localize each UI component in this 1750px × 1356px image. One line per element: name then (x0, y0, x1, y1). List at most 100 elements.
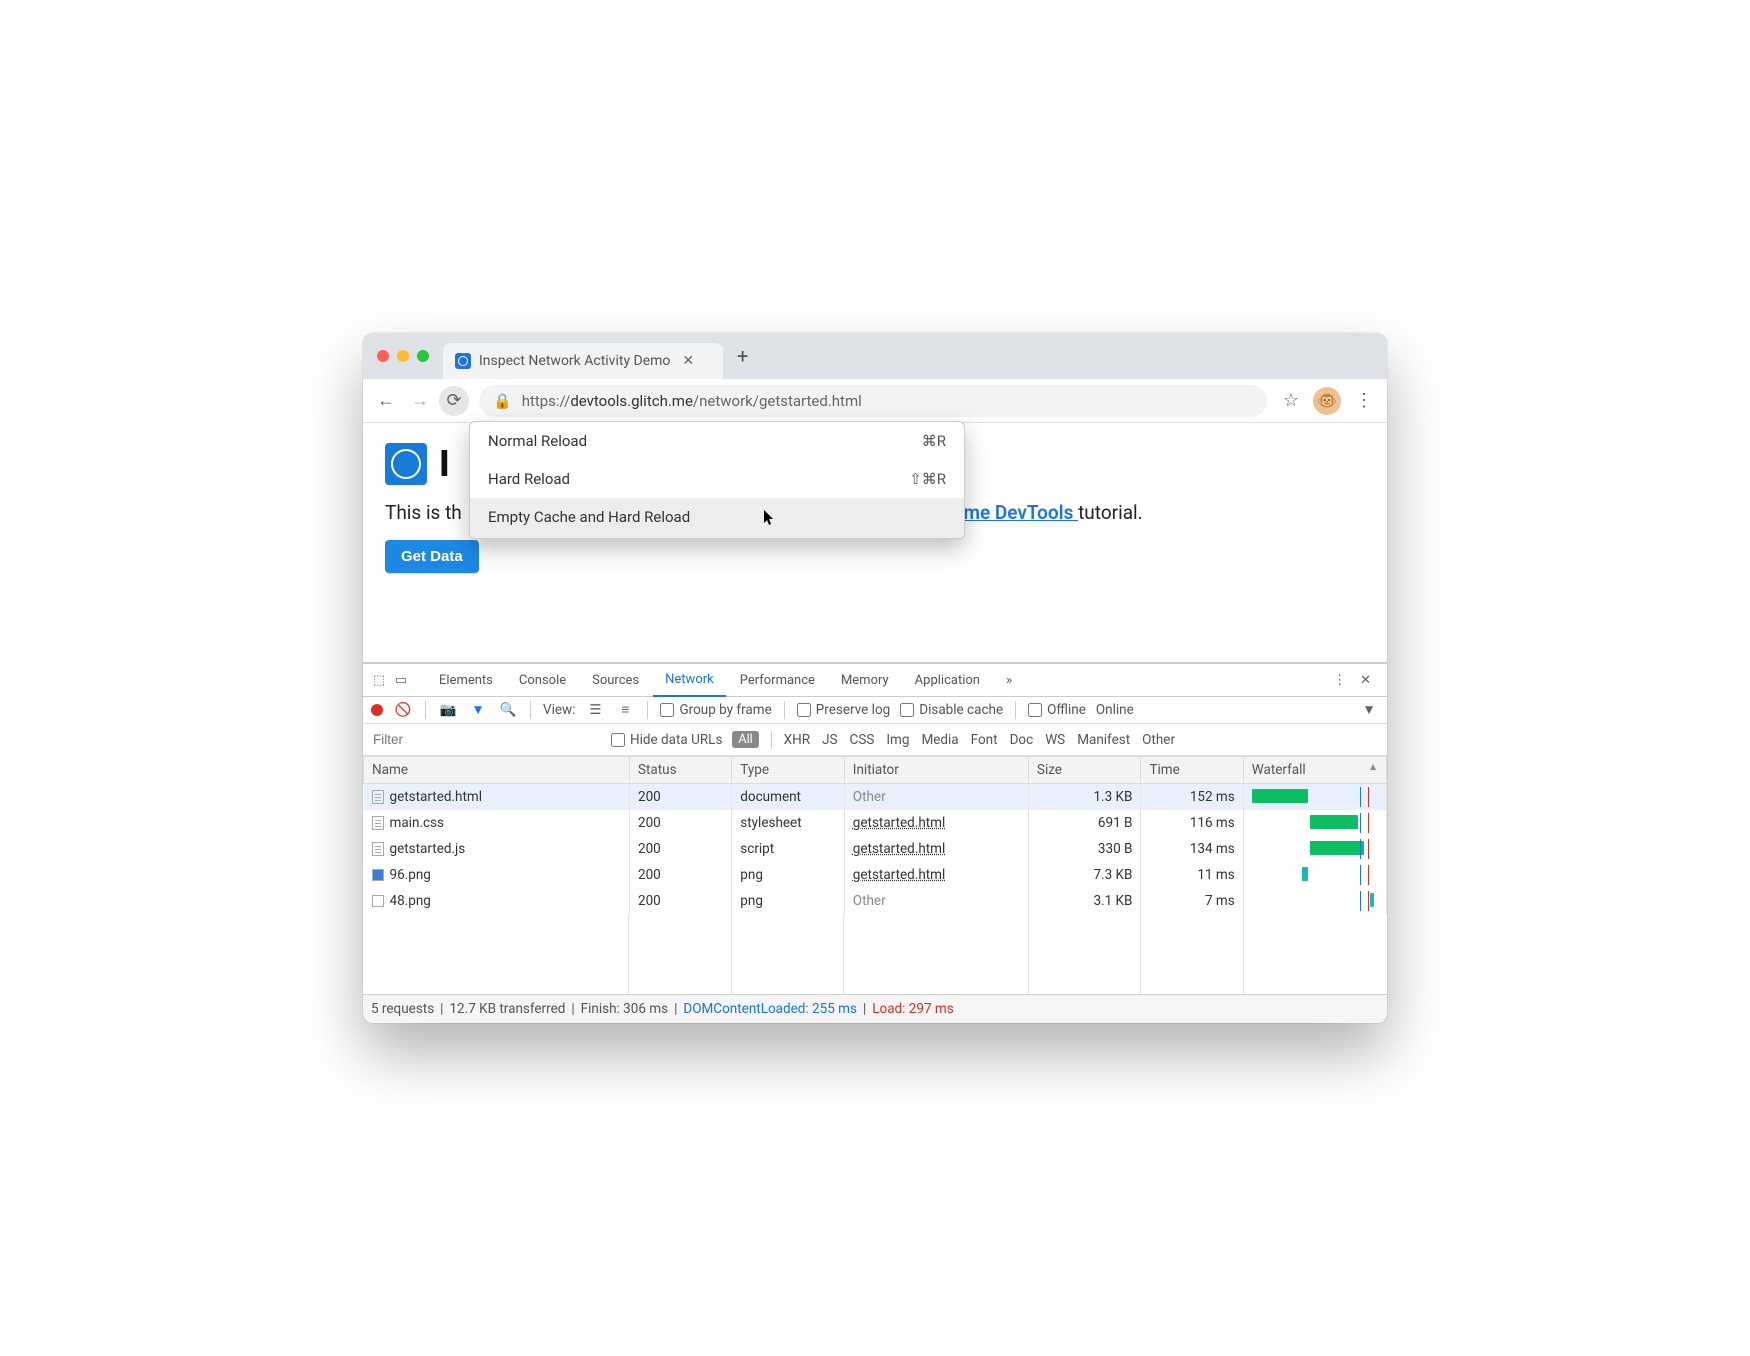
status-finish: Finish: 306 ms (581, 1001, 668, 1017)
menu-icon[interactable]: ⋮ (1349, 386, 1379, 416)
search-icon[interactable]: 🔍 (498, 702, 518, 718)
cell-time: 7 ms (1141, 888, 1243, 914)
col-initiator[interactable]: Initiator (844, 757, 1028, 784)
initiator-link[interactable]: getstarted.html (853, 841, 946, 857)
inspect-icon[interactable]: ⬚ (369, 673, 389, 688)
initiator-link[interactable]: getstarted.html (853, 815, 946, 831)
tab-application[interactable]: Application (903, 665, 992, 696)
cell-initiator: getstarted.html (844, 862, 1028, 888)
table-row[interactable]: getstarted.js 200 script getstarted.html… (364, 836, 1387, 862)
filter-icon[interactable]: ▼ (468, 702, 488, 718)
col-name[interactable]: Name (364, 757, 630, 784)
filter-type-doc[interactable]: Doc (1010, 732, 1034, 748)
hide-data-urls-checkbox[interactable]: Hide data URLs (611, 732, 722, 748)
overview-icon[interactable]: ≡ (615, 702, 635, 718)
tab-performance[interactable]: Performance (728, 665, 827, 696)
filter-type-ws[interactable]: WS (1045, 732, 1065, 748)
forward-button[interactable]: → (405, 386, 435, 416)
tab-memory[interactable]: Memory (829, 665, 901, 696)
lock-icon: 🔒 (493, 392, 512, 410)
filter-type-font[interactable]: Font (971, 732, 998, 748)
filter-types: XHR JS CSS Img Media Font Doc WS Manifest Other (784, 732, 1175, 748)
cell-size: 691 B (1028, 810, 1141, 836)
clear-icon[interactable]: 🚫 (393, 702, 413, 718)
cell-size: 1.3 KB (1028, 784, 1141, 811)
large-rows-icon[interactable]: ☰ (585, 702, 605, 718)
col-size[interactable]: Size (1028, 757, 1141, 784)
cell-time: 152 ms (1141, 784, 1243, 811)
table-row[interactable]: main.css 200 stylesheet getstarted.html … (364, 810, 1387, 836)
window-controls (363, 350, 443, 362)
cell-time: 116 ms (1141, 810, 1243, 836)
filter-type-media[interactable]: Media (921, 732, 958, 748)
status-bar: 5 requests | 12.7 KB transferred | Finis… (363, 994, 1387, 1023)
filter-type-css[interactable]: CSS (850, 732, 875, 748)
cell-initiator: Other (844, 784, 1028, 811)
filter-all[interactable]: All (732, 731, 758, 748)
preserve-log-checkbox[interactable]: Preserve log (797, 702, 890, 718)
initiator-link[interactable]: getstarted.html (853, 867, 946, 883)
throttle-select[interactable]: Online (1096, 702, 1134, 718)
cell-initiator: getstarted.html (844, 836, 1028, 862)
cell-status: 200 (629, 888, 731, 914)
filter-type-other[interactable]: Other (1142, 732, 1175, 748)
cell-size: 3.1 KB (1028, 888, 1141, 914)
devtools-menu-icon[interactable]: ⋮ (1333, 673, 1346, 688)
filter-type-img[interactable]: Img (886, 732, 909, 748)
table-row[interactable]: 96.png 200 png getstarted.html 7.3 KB 11… (364, 862, 1387, 888)
filter-type-xhr[interactable]: XHR (784, 732, 810, 748)
new-tab-button[interactable]: + (723, 344, 762, 368)
maximize-window-icon[interactable] (417, 350, 429, 362)
bookmark-icon[interactable]: ☆ (1277, 390, 1305, 411)
filter-type-js[interactable]: JS (822, 732, 837, 748)
col-type[interactable]: Type (732, 757, 845, 784)
col-waterfall[interactable]: Waterfall▲ (1243, 757, 1386, 784)
cell-type: script (732, 836, 845, 862)
cell-initiator: getstarted.html (844, 810, 1028, 836)
filter-type-manifest[interactable]: Manifest (1077, 732, 1130, 748)
group-by-frame-checkbox[interactable]: Group by frame (660, 702, 771, 718)
network-table: Name Status Type Initiator Size Time Wat… (363, 756, 1387, 914)
get-data-button[interactable]: Get Data (385, 540, 479, 573)
devtools-close-icon[interactable]: ✕ (1360, 673, 1371, 688)
cell-name: 96.png (364, 862, 630, 888)
table-row[interactable]: getstarted.html 200 document Other 1.3 K… (364, 784, 1387, 811)
menu-empty-cache-hard-reload[interactable]: Empty Cache and Hard Reload (470, 498, 964, 538)
disable-cache-checkbox[interactable]: Disable cache (900, 702, 1003, 718)
tab-sources[interactable]: Sources (580, 665, 651, 696)
camera-icon[interactable]: 📷 (438, 702, 458, 718)
address-bar[interactable]: 🔒 https://devtools.glitch.me/network/get… (479, 385, 1267, 417)
cell-status: 200 (629, 836, 731, 862)
table-row[interactable]: 48.png 200 png Other 3.1 KB 7 ms (364, 888, 1387, 914)
filter-input[interactable] (371, 728, 601, 751)
record-icon[interactable] (371, 704, 383, 716)
url: https://devtools.glitch.me/network/getst… (522, 392, 862, 410)
offline-checkbox[interactable]: Offline (1028, 702, 1086, 718)
cell-waterfall (1243, 810, 1386, 836)
device-toggle-icon[interactable]: ▭ (391, 673, 411, 688)
tab-overflow-icon[interactable]: » (994, 665, 1024, 696)
close-window-icon[interactable] (377, 350, 389, 362)
col-time[interactable]: Time (1141, 757, 1243, 784)
tab-network[interactable]: Network (653, 664, 726, 697)
menu-hard-reload[interactable]: Hard Reload ⇧⌘R (470, 460, 964, 498)
reload-context-menu: Normal Reload ⌘R Hard Reload ⇧⌘R Empty C… (469, 421, 965, 539)
drawer-toggle-icon[interactable]: ▼ (1359, 702, 1379, 718)
browser-window: Inspect Network Activity Demo ✕ + ← → ⟳ … (363, 333, 1387, 1023)
browser-tab[interactable]: Inspect Network Activity Demo ✕ (443, 343, 723, 379)
cell-status: 200 (629, 784, 731, 811)
back-button[interactable]: ← (371, 386, 401, 416)
cursor-icon (764, 510, 776, 530)
status-domcontentloaded: DOMContentLoaded: 255 ms (683, 1001, 857, 1017)
initiator-text: Other (853, 789, 886, 805)
menu-normal-reload[interactable]: Normal Reload ⌘R (470, 422, 964, 460)
col-status[interactable]: Status (629, 757, 731, 784)
cell-name: getstarted.html (364, 784, 630, 811)
close-tab-icon[interactable]: ✕ (678, 353, 694, 369)
reload-button[interactable]: ⟳ (439, 386, 469, 416)
tab-console[interactable]: Console (507, 665, 578, 696)
profile-avatar[interactable]: 🐵 (1313, 387, 1341, 415)
cell-waterfall (1243, 784, 1386, 811)
tab-elements[interactable]: Elements (427, 665, 505, 696)
minimize-window-icon[interactable] (397, 350, 409, 362)
